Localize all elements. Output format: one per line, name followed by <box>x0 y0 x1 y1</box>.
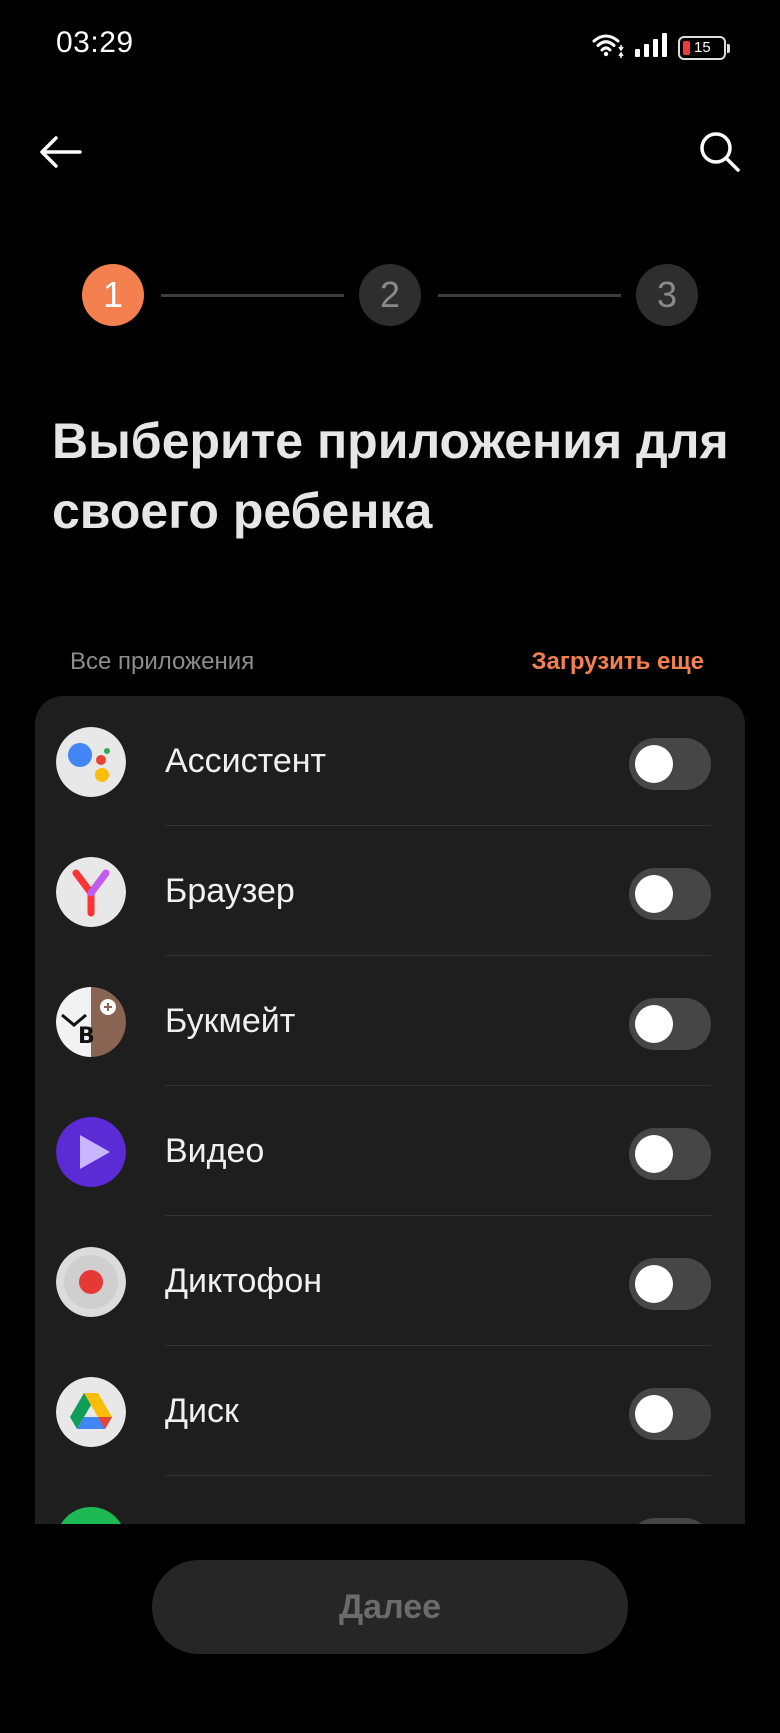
section-label: Все приложения <box>70 648 255 675</box>
next-button[interactable]: Далее <box>152 1560 628 1654</box>
app-toggle[interactable] <box>629 1128 711 1180</box>
step-2: 2 <box>359 264 421 326</box>
app-icon-partial <box>56 1507 126 1524</box>
toggle-knob <box>635 1005 673 1043</box>
toggle-knob <box>635 1265 673 1303</box>
app-toggle[interactable] <box>629 868 711 920</box>
app-toggle[interactable] <box>629 1518 711 1524</box>
battery-icon: 15 <box>678 35 730 60</box>
app-name: Диктофон <box>165 1262 323 1300</box>
app-row-drive[interactable]: Диск <box>35 1346 745 1476</box>
back-arrow-icon <box>40 136 82 168</box>
app-row-assistant[interactable]: Ассистент <box>35 696 745 826</box>
app-row-recorder[interactable]: Диктофон <box>35 1216 745 1346</box>
assistant-icon <box>56 727 126 797</box>
status-icons: 15 <box>592 32 730 63</box>
app-name: Видео <box>165 1132 265 1170</box>
section-header: Все приложения Загрузить еще <box>70 648 704 678</box>
toggle-knob <box>635 745 673 783</box>
app-name: Диск <box>165 1392 239 1430</box>
back-button[interactable] <box>30 122 90 182</box>
app-row-video[interactable]: Видео <box>35 1086 745 1216</box>
battery-level: 15 <box>694 39 711 56</box>
step-1: 1 <box>82 264 144 326</box>
bookmate-icon: B <box>56 987 126 1057</box>
app-toggle[interactable] <box>629 998 711 1050</box>
load-more-link[interactable]: Загрузить еще <box>531 648 704 676</box>
step-connector <box>438 294 621 297</box>
signal-icon <box>634 33 668 62</box>
page-title: Выберите приложения для своего ребенка <box>52 413 729 539</box>
app-name: Букмейт <box>165 1002 296 1040</box>
stepper: 1 2 3 <box>82 264 698 326</box>
status-bar: 03:29 15 <box>0 0 780 92</box>
app-row-partial[interactable] <box>35 1476 745 1524</box>
app-list: Ассистент Браузер B Букмейт Видео Диктоф… <box>35 696 745 1524</box>
app-toggle[interactable] <box>629 738 711 790</box>
svg-text:B: B <box>78 1024 95 1049</box>
video-icon <box>56 1117 126 1187</box>
app-name: Браузер <box>165 872 295 910</box>
drive-icon <box>56 1377 126 1447</box>
toggle-knob <box>635 1135 673 1173</box>
app-row-bookmate[interactable]: B Букмейт <box>35 956 745 1086</box>
search-icon <box>700 132 740 172</box>
battery-fill <box>683 40 690 55</box>
toggle-knob <box>635 875 673 913</box>
app-toggle[interactable] <box>629 1258 711 1310</box>
toggle-knob <box>635 1395 673 1433</box>
app-toggle[interactable] <box>629 1388 711 1440</box>
status-time: 03:29 <box>56 26 134 59</box>
recorder-icon <box>56 1247 126 1317</box>
step-connector <box>161 294 344 297</box>
app-name: Ассистент <box>165 742 327 780</box>
app-row-browser[interactable]: Браузер <box>35 826 745 956</box>
top-bar <box>0 110 780 190</box>
step-3: 3 <box>636 264 698 326</box>
yandex-browser-icon <box>56 857 126 927</box>
search-button[interactable] <box>690 122 750 182</box>
wifi-icon <box>592 32 624 63</box>
